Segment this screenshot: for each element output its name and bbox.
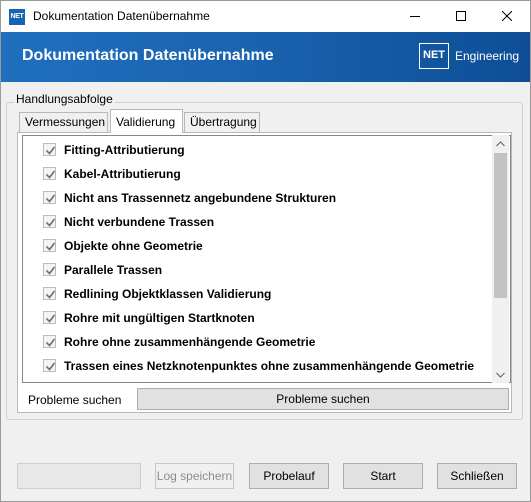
app-icon: NET — [9, 9, 25, 25]
checkbox[interactable] — [43, 239, 56, 252]
maximize-icon — [456, 11, 466, 21]
checkbox[interactable] — [43, 143, 56, 156]
net-logo-icon: NET — [419, 43, 449, 69]
checkbox[interactable] — [43, 287, 56, 300]
window-title: Dokumentation Datenübernahme — [33, 9, 210, 23]
start-button[interactable]: Start — [343, 463, 423, 489]
close-button[interactable]: Schließen — [437, 463, 517, 489]
group-label: Handlungsabfolge — [14, 92, 115, 106]
list-scrollbar[interactable] — [492, 135, 509, 383]
check-label: Rohre ohne zusammenhängende Geometrie — [64, 335, 316, 349]
logo-text: Engineering — [455, 49, 520, 63]
status-field — [17, 463, 141, 489]
scroll-down-icon[interactable] — [496, 372, 505, 378]
check-label: Rohre mit ungültigen Startknoten — [64, 311, 255, 325]
title-bar[interactable]: NET Dokumentation Datenübernahme — [1, 1, 530, 32]
checkbox[interactable] — [43, 359, 56, 372]
checkmark-icon — [45, 218, 56, 227]
close-icon — [502, 11, 512, 21]
checkmark-icon — [45, 290, 56, 299]
checkbox[interactable] — [43, 191, 56, 204]
scrollbar-thumb[interactable] — [494, 153, 507, 298]
tab-validierung[interactable]: Validierung — [110, 109, 183, 133]
scroll-up-icon[interactable] — [496, 141, 505, 147]
main-window: NET Dokumentation Datenübernahme Dokumen… — [0, 0, 531, 502]
trial-run-button[interactable]: Probelauf — [249, 463, 329, 489]
search-label: Probleme suchen — [28, 393, 122, 407]
save-log-button[interactable]: Log speichern — [155, 463, 234, 489]
checkbox[interactable] — [43, 311, 56, 324]
header-banner: Dokumentation Datenübernahme NET Enginee… — [1, 32, 530, 82]
search-problems-button[interactable]: Probleme suchen — [137, 388, 509, 410]
tab-uebertragung[interactable]: Übertragung — [184, 112, 260, 132]
checkmark-icon — [45, 170, 56, 179]
checkbox[interactable] — [43, 263, 56, 276]
checkbox[interactable] — [43, 215, 56, 228]
check-label: Fitting-Attributierung — [64, 143, 185, 157]
checkmark-icon — [45, 194, 56, 203]
banner-title: Dokumentation Datenübernahme — [22, 47, 274, 64]
check-label: Nicht ans Trassennetz angebundene Strukt… — [64, 191, 337, 205]
minimize-button[interactable] — [392, 1, 438, 32]
checkmark-icon — [45, 338, 56, 347]
tab-vermessungen[interactable]: Vermessungen — [19, 112, 108, 132]
checkbox[interactable] — [43, 335, 56, 348]
maximize-button[interactable] — [438, 1, 484, 32]
checkmark-icon — [45, 242, 56, 251]
checkmark-icon — [45, 146, 56, 155]
minimize-icon — [410, 16, 420, 17]
checkmark-icon — [45, 314, 56, 323]
check-label: Parallele Trassen — [64, 263, 163, 277]
checkmark-icon — [45, 266, 56, 275]
checkbox[interactable] — [43, 167, 56, 180]
check-label: Kabel-Attributierung — [64, 167, 181, 181]
checkmark-icon — [45, 362, 56, 371]
validation-check-list[interactable]: Fitting-Attributierung Kabel-Attributier… — [22, 135, 511, 383]
close-window-button[interactable] — [484, 1, 530, 32]
check-label: Nicht verbundene Trassen — [64, 215, 215, 229]
check-label: Objekte ohne Geometrie — [64, 239, 203, 253]
check-label: Redlining Objektklassen Validierung — [64, 287, 272, 301]
check-label: Trassen eines Netzknotenpunktes ohne zus… — [64, 359, 475, 373]
